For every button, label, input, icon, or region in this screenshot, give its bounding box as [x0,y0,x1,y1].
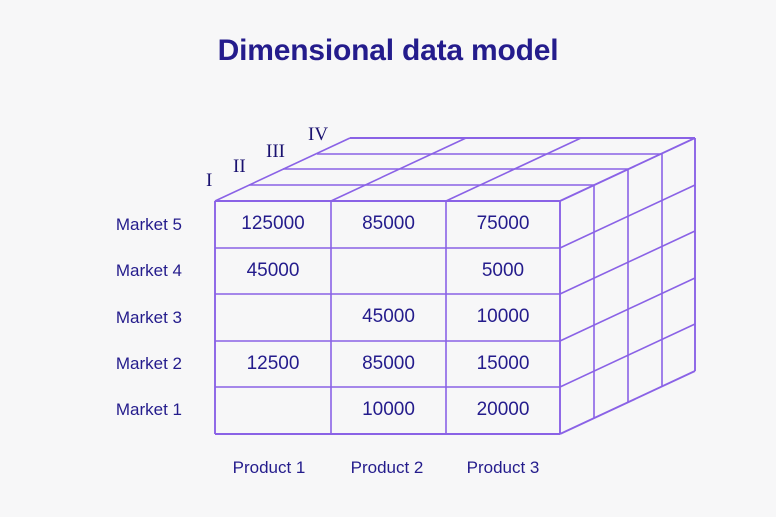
cell-market5-product3: 75000 [476,213,530,234]
dimensional-data-model-figure: Dimensional data model I II III IV Marke… [0,0,776,517]
depth-label-iii: III [266,141,285,162]
cell-market2-product2: 85000 [362,353,415,374]
cell-market1-product3: 20000 [476,399,530,420]
right-face-grid [559,138,696,435]
row-label-market-3: Market 3 [115,308,182,327]
cell-market3-product3: 10000 [476,306,530,327]
cell-market3-product2: 45000 [362,306,415,327]
cell-market2-product1: 12500 [246,353,300,374]
col-label-product-1: Product 1 [232,458,306,477]
top-face-grid [214,137,696,202]
row-label-market-4: Market 4 [115,261,182,280]
cell-market2-product3: 15000 [476,353,530,374]
cell-market4-product3: 5000 [481,260,525,281]
depth-label-i: I [206,170,213,191]
cell-market1-product2: 10000 [362,399,415,420]
row-label-market-5: Market 5 [115,215,182,234]
cell-market5-product2: 85000 [362,213,415,234]
cube-wireframe [214,137,696,435]
depth-label-ii: II [233,156,246,177]
row-label-market-2: Market 2 [115,354,182,373]
row-label-market-1: Market 1 [115,400,182,419]
col-label-product-3: Product 3 [466,458,540,477]
cell-market4-product1: 45000 [246,260,300,281]
cell-market5-product1: 125000 [241,213,305,234]
col-label-product-2: Product 2 [350,458,424,477]
depth-label-iv: IV [308,124,329,145]
